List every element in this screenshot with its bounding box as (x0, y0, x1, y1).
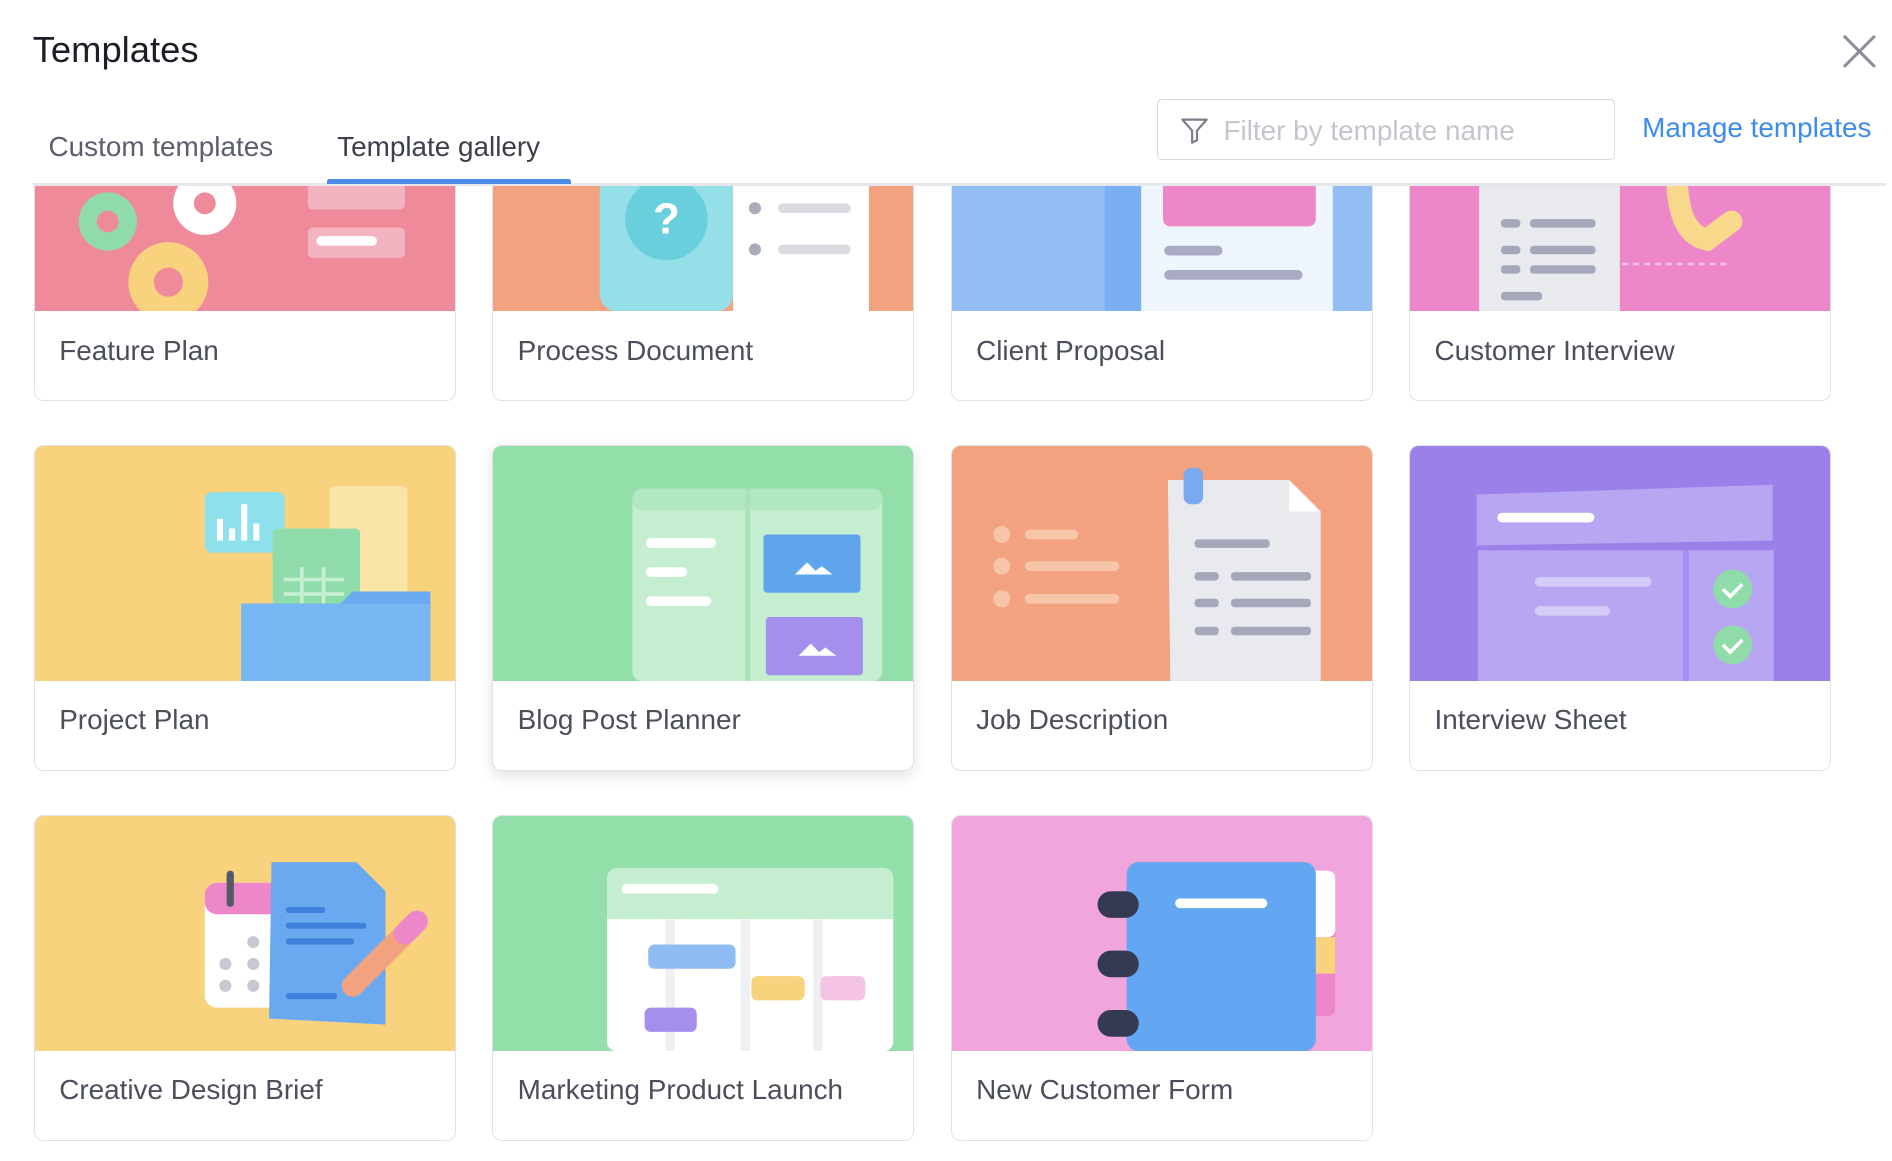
project-plan-illustration (34, 446, 456, 682)
dialog-title: Templates (32, 29, 199, 71)
template-name: Interview Sheet (1434, 704, 1627, 736)
template-name: New Customer Form (976, 1074, 1234, 1106)
template-name: Blog Post Planner (517, 704, 741, 736)
template-name: Process Document (517, 334, 754, 366)
interview-sheet-illustration (1410, 446, 1831, 682)
tab-template-gallery[interactable]: Template gallery (337, 131, 540, 163)
client-proposal-illustration (951, 185, 1372, 312)
templates-dialog: Templates Custom templates Template gall… (0, 0, 1892, 1161)
new-customer-form-illustration (951, 815, 1372, 1052)
blog-post-planner-illustration (493, 446, 914, 682)
template-name: Creative Design Brief (59, 1074, 323, 1106)
template-name: Marketing Product Launch (517, 1074, 844, 1106)
active-tab-indicator (327, 179, 572, 185)
template-card-client-proposal[interactable]: Client Proposal (950, 185, 1373, 402)
filter-input[interactable] (1221, 110, 1602, 152)
svg-text:?: ? (653, 195, 680, 244)
process-document-illustration: ? (493, 185, 914, 312)
feature-plan-illustration (34, 185, 456, 312)
job-description-illustration (951, 446, 1372, 682)
filter-field[interactable] (1157, 99, 1616, 161)
creative-design-brief-illustration (34, 815, 456, 1052)
template-card-marketing-product-launch[interactable]: Marketing Product Launch (492, 814, 915, 1142)
template-card-interview-sheet[interactable]: Interview Sheet (1409, 445, 1832, 772)
template-card-job-description[interactable]: Job Description (950, 445, 1373, 772)
template-name: Job Description (976, 704, 1169, 736)
marketing-product-launch-illustration (493, 815, 914, 1052)
template-name: Client Proposal (976, 334, 1166, 366)
template-card-customer-interview[interactable]: Customer Interview (1409, 185, 1832, 402)
close-icon[interactable] (1840, 32, 1879, 71)
template-card-process-document[interactable]: ? Process Document (492, 185, 915, 402)
template-name: Customer Interview (1434, 334, 1675, 366)
template-name: Project Plan (59, 704, 210, 736)
manage-templates-link[interactable]: Manage templates (1642, 112, 1871, 144)
template-grid[interactable]: Feature Plan ? Process Document Client P… (0, 185, 1892, 1161)
tab-custom-templates[interactable]: Custom templates (49, 131, 274, 163)
filter-icon (1181, 118, 1208, 144)
customer-interview-illustration (1410, 185, 1831, 312)
template-card-feature-plan[interactable]: Feature Plan (33, 185, 456, 402)
template-card-project-plan[interactable]: Project Plan (33, 445, 456, 772)
template-card-blog-post-planner[interactable]: Blog Post Planner (492, 445, 915, 772)
template-card-creative-design-brief[interactable]: Creative Design Brief (33, 814, 456, 1142)
template-name: Feature Plan (59, 334, 219, 366)
template-card-new-customer-form[interactable]: New Customer Form (950, 814, 1373, 1142)
